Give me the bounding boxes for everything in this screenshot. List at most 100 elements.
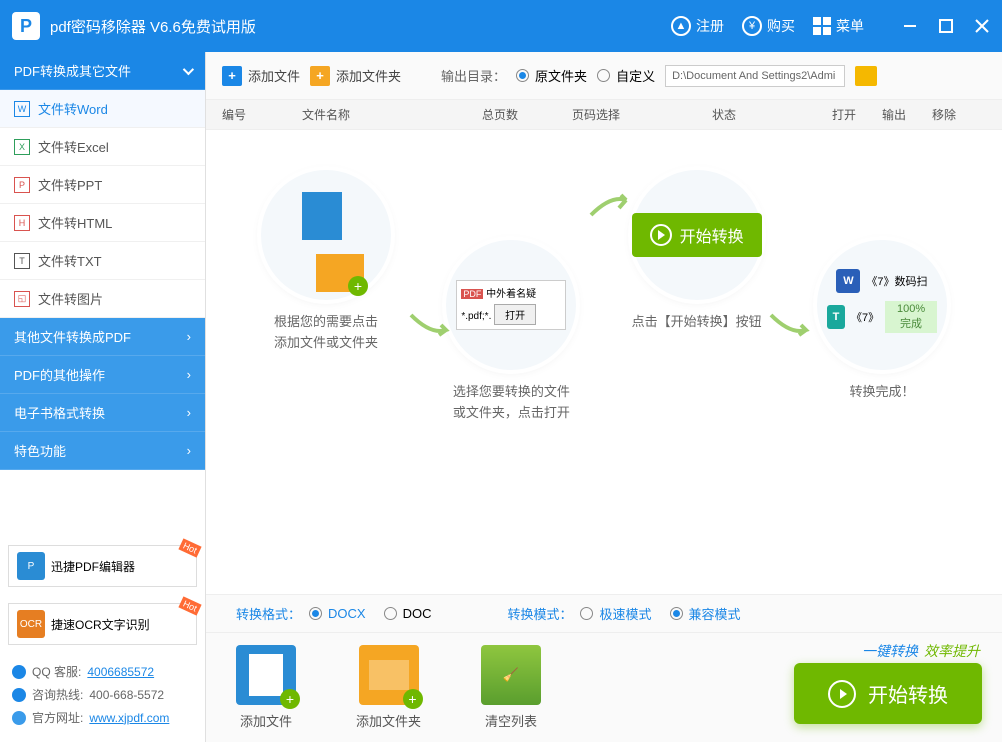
item-label: 文件转Excel: [38, 137, 109, 156]
menu-button[interactable]: 菜单: [813, 16, 864, 36]
add-folder-button[interactable]: +添加文件夹: [310, 66, 401, 86]
sidebar-item-image[interactable]: ◱文件转图片: [0, 280, 205, 318]
plus-icon: +: [348, 276, 368, 296]
tagline-2: 效率提升: [924, 643, 980, 659]
th-status: 状态: [712, 106, 832, 123]
ad-label: 捷速OCR文字识别: [51, 616, 150, 633]
accordion-other-to-pdf[interactable]: 其他文件转换成PDF›: [0, 318, 205, 356]
ad-label: 迅捷PDF编辑器: [51, 558, 135, 575]
ocr-icon: OCR: [17, 610, 45, 638]
radio-fast-mode[interactable]: 极速模式: [580, 604, 651, 623]
phone-value: 400-668-5572: [89, 688, 164, 702]
sidebar-item-html[interactable]: H文件转HTML: [0, 204, 205, 242]
tagline: 一键转换效率提升: [862, 641, 980, 661]
app-title: pdf密码移除器 V6.6免费试用版: [50, 16, 671, 37]
hot-badge: Hot: [178, 538, 201, 557]
excel-icon: X: [14, 139, 30, 155]
th-output: 输出: [882, 106, 932, 123]
radio-compat-mode[interactable]: 兼容模式: [670, 604, 741, 623]
chevron-right-icon: ›: [187, 405, 191, 420]
accordion-special[interactable]: 特色功能 ›: [0, 432, 205, 470]
item-label: 文件转HTML: [38, 213, 112, 232]
sidebar-item-word[interactable]: W文件转Word: [0, 90, 205, 128]
accordion-ebook[interactable]: 电子书格式转换 ›: [0, 394, 205, 432]
th-pages: 总页数: [482, 106, 572, 123]
site-label: 官方网址:: [32, 709, 83, 726]
output-path-input[interactable]: [665, 65, 845, 87]
radio-icon: [384, 607, 397, 620]
table-header: 编号 文件名称 总页数 页码选择 状态 打开 输出 移除: [206, 100, 1002, 130]
app-logo-icon: P: [12, 12, 40, 40]
play-icon: [650, 224, 672, 246]
output-label: 输出目录：: [441, 66, 506, 85]
radio-label: 自定义: [616, 66, 655, 85]
image-icon: ◱: [14, 291, 30, 307]
ad-pdf-editor[interactable]: P 迅捷PDF编辑器 Hot: [8, 545, 197, 587]
th-name: 文件名称: [302, 106, 482, 123]
guide-text: 点击【开始转换】按钮: [607, 312, 787, 333]
section-label: 其他文件转换成PDF: [14, 327, 131, 346]
guide-step-1: + 根据您的需要点击 添加文件或文件夹: [236, 170, 416, 354]
radio-icon: [670, 607, 683, 620]
plus-icon: +: [222, 66, 242, 86]
chevron-right-icon: ›: [187, 443, 191, 458]
broom-icon: 🧹: [481, 645, 541, 705]
qq-icon: [12, 665, 26, 679]
titlebar: P pdf密码移除器 V6.6免费试用版 ▲ 注册 ¥ 购买 菜单: [0, 0, 1002, 52]
radio-label: 原文件夹: [535, 66, 587, 85]
guide-text: 转换完成！: [792, 382, 972, 403]
radio-custom-folder[interactable]: 自定义: [597, 66, 655, 85]
phone-label: 咨询热线:: [32, 686, 83, 703]
qq-link[interactable]: 4006685572: [87, 665, 154, 679]
clear-list-button[interactable]: 🧹 清空列表: [481, 645, 541, 730]
add-file-big-button[interactable]: + 添加文件: [236, 645, 296, 730]
section-label: 特色功能: [14, 441, 66, 460]
ad-ocr[interactable]: OCR 捷速OCR文字识别 Hot: [8, 603, 197, 645]
tagline-1: 一键转换: [862, 643, 918, 659]
section-label: PDF转换成其它文件: [14, 61, 131, 80]
buy-button[interactable]: ¥ 购买: [742, 16, 795, 36]
radio-label: 兼容模式: [689, 604, 741, 623]
sidebar-item-excel[interactable]: X 文件转Excel: [0, 128, 205, 166]
bottom-bar: + 添加文件 + 添加文件夹 🧹 清空列表 一键转换效率提升 开始转换: [206, 632, 1002, 742]
ie-icon: [12, 711, 26, 725]
grid-icon: [813, 17, 831, 35]
start-convert-button[interactable]: 开始转换: [794, 663, 982, 724]
item-label: 文件转TXT: [38, 251, 102, 270]
th-remove: 移除: [932, 106, 982, 123]
radio-icon: [580, 607, 593, 620]
site-link[interactable]: www.xjpdf.com: [89, 711, 169, 725]
browse-folder-button[interactable]: [855, 66, 877, 86]
radio-doc[interactable]: DOC: [384, 606, 432, 621]
accordion-pdf-ops[interactable]: PDF的其他操作›: [0, 356, 205, 394]
th-open: 打开: [832, 106, 882, 123]
sidebar-item-ppt[interactable]: P文件转PPT: [0, 166, 205, 204]
contact-info: QQ 客服: 4006685572 咨询热线: 400-668-5572 官方网…: [0, 653, 205, 742]
open-dialog-illustration-icon: PDF 中外着名疑*.pdf;*. 打开: [446, 240, 576, 370]
add-folder-big-button[interactable]: + 添加文件夹: [356, 645, 421, 730]
guide-step-4: W《7》数码扫 T《7》100% 完成 转换完成！: [792, 240, 972, 403]
btn-label: 添加文件: [240, 714, 292, 729]
minimize-button[interactable]: [902, 18, 918, 34]
th-number: 编号: [222, 106, 302, 123]
accordion-pdf-to-other[interactable]: PDF转换成其它文件: [0, 52, 205, 90]
radio-icon: [597, 69, 610, 82]
format-label: 转换格式：: [236, 604, 301, 623]
radio-icon: [516, 69, 529, 82]
item-label: 文件转Word: [38, 99, 108, 118]
close-button[interactable]: [974, 18, 990, 34]
sidebar-item-txt[interactable]: T 文件转TXT: [0, 242, 205, 280]
menu-label: 菜单: [836, 16, 864, 36]
section-label: 电子书格式转换: [14, 403, 105, 422]
chevron-down-icon: [183, 63, 194, 74]
register-button[interactable]: ▲ 注册: [671, 16, 724, 36]
currency-icon: ¥: [742, 16, 762, 36]
txt-icon: T: [14, 253, 30, 269]
radio-source-folder[interactable]: 原文件夹: [516, 66, 587, 85]
start-button-illustration-icon: 开始转换: [632, 170, 762, 300]
start-label: 开始转换: [680, 223, 744, 247]
radio-docx[interactable]: DOCX: [309, 606, 366, 621]
maximize-button[interactable]: [938, 18, 954, 34]
add-file-button[interactable]: +添加文件: [222, 66, 300, 86]
th-selection: 页码选择: [572, 106, 712, 123]
